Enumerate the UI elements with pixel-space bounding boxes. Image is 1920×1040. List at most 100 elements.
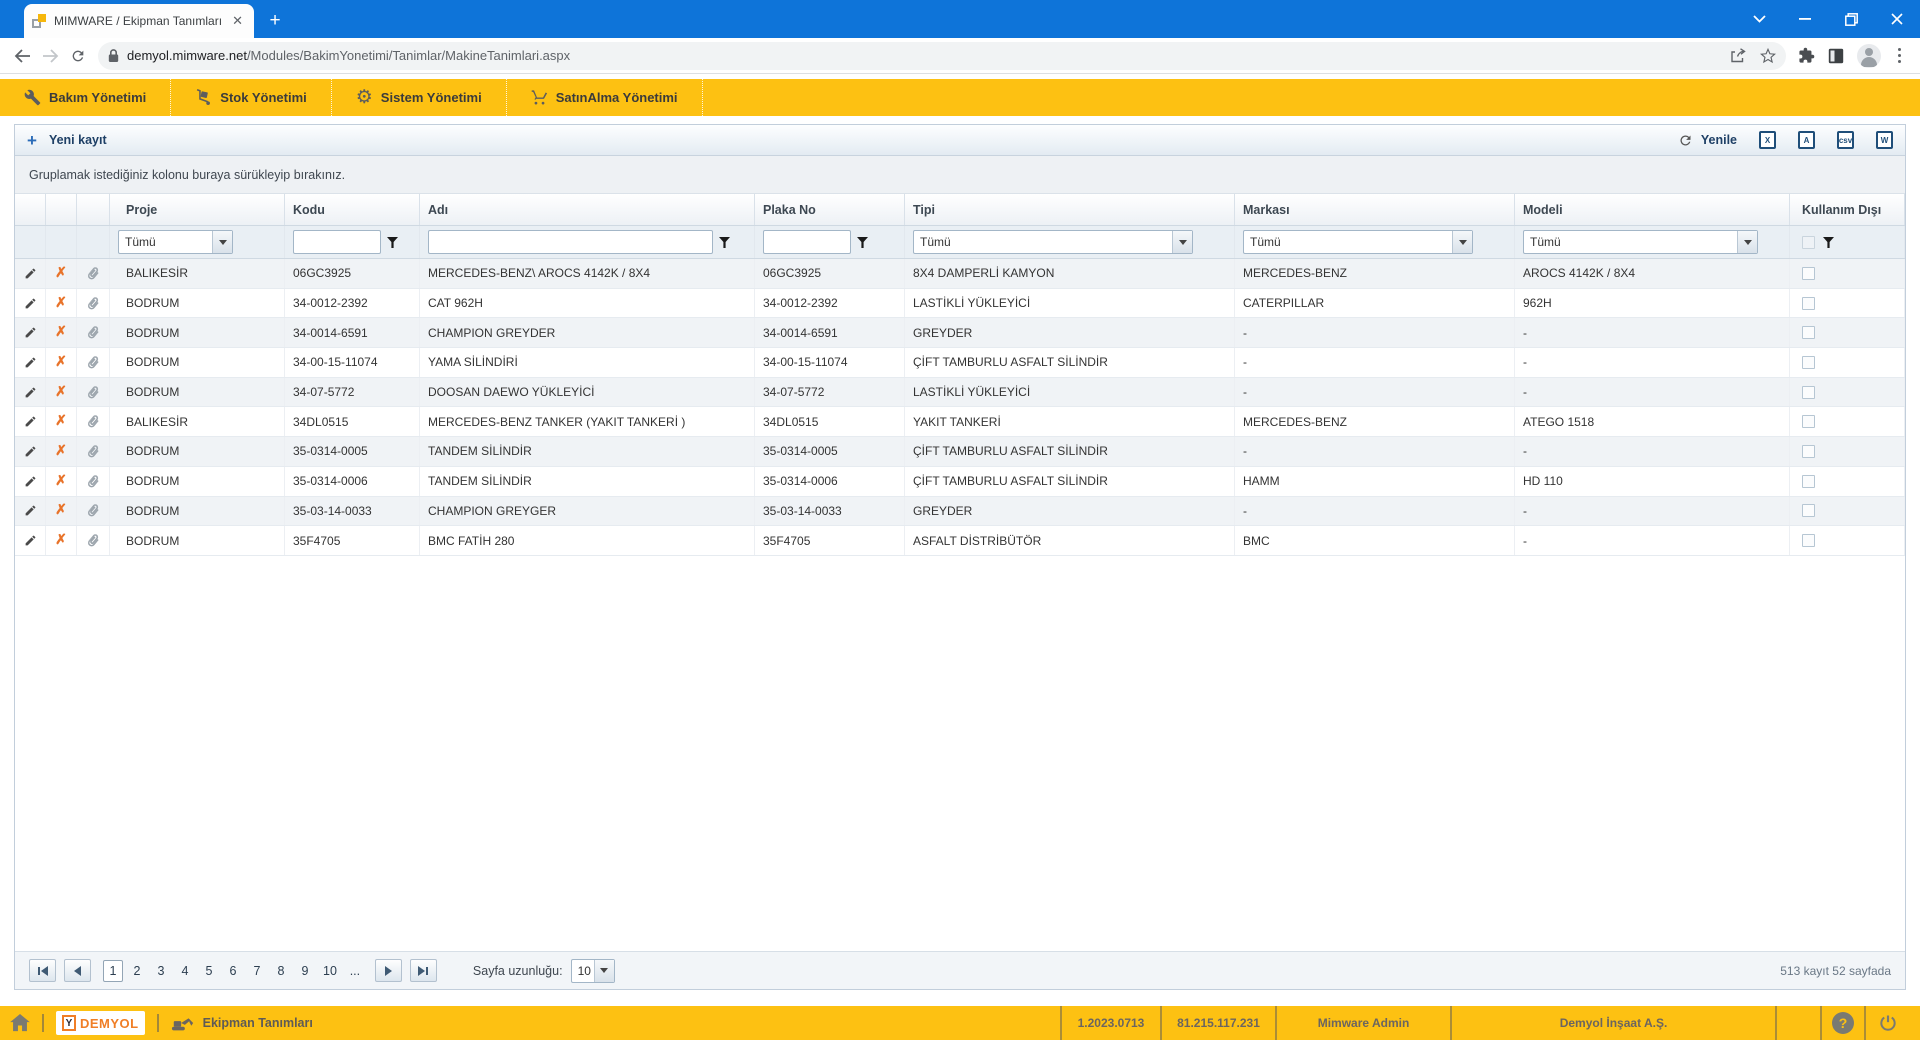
pager-page-3[interactable]: 3 xyxy=(151,960,171,982)
pager-next-button[interactable] xyxy=(375,959,402,982)
column-header-plaka-no[interactable]: Plaka No xyxy=(755,194,905,225)
pager-page-6[interactable]: 6 xyxy=(223,960,243,982)
row-checkbox[interactable] xyxy=(1802,386,1815,399)
edit-pencil-icon[interactable] xyxy=(15,437,46,466)
export-csv-icon[interactable]: csv xyxy=(1837,131,1854,149)
column-header-tipi[interactable]: Tipi xyxy=(905,194,1235,225)
export-xls-icon[interactable]: X xyxy=(1759,131,1776,149)
delete-x-icon[interactable]: ✗ xyxy=(46,318,77,347)
filter-funnel-icon[interactable] xyxy=(387,237,398,248)
attachment-paperclip-icon[interactable] xyxy=(77,348,110,377)
page-size-select[interactable]: 10 xyxy=(571,959,615,983)
table-row[interactable]: ✗ BODRUM 35-0314-0005 TANDEM SİLİNDİR 35… xyxy=(15,437,1905,467)
row-checkbox[interactable] xyxy=(1802,415,1815,428)
bookmark-star-icon[interactable] xyxy=(1760,48,1776,64)
table-row[interactable]: ✗ BODRUM 34-07-5772 DOOSAN DAEWO YÜKLEYİ… xyxy=(15,378,1905,408)
tab-close-icon[interactable]: ✕ xyxy=(229,13,246,29)
window-close-icon[interactable] xyxy=(1874,0,1920,38)
pager-page-9[interactable]: 9 xyxy=(295,960,315,982)
edit-pencil-icon[interactable] xyxy=(15,259,46,288)
delete-x-icon[interactable]: ✗ xyxy=(46,407,77,436)
table-row[interactable]: ✗ BODRUM 35F4705 BMC FATİH 280 35F4705 A… xyxy=(15,526,1905,556)
column-header-adi[interactable]: Adı xyxy=(420,194,755,225)
delete-x-icon[interactable]: ✗ xyxy=(46,348,77,377)
column-header-modeli[interactable]: Modeli xyxy=(1515,194,1790,225)
window-minimize-icon[interactable] xyxy=(1782,0,1828,38)
filter-funnel-icon[interactable] xyxy=(1823,237,1834,248)
row-checkbox[interactable] xyxy=(1802,326,1815,339)
delete-x-icon[interactable]: ✗ xyxy=(46,289,77,318)
attachment-paperclip-icon[interactable] xyxy=(77,259,110,288)
filter-adi-input[interactable] xyxy=(428,230,713,254)
attachment-paperclip-icon[interactable] xyxy=(77,378,110,407)
column-header-kodu[interactable]: Kodu xyxy=(285,194,420,225)
new-record-button[interactable]: + Yeni kayıt xyxy=(27,132,107,149)
attachment-paperclip-icon[interactable] xyxy=(77,407,110,436)
chrome-chevron-down-icon[interactable] xyxy=(1736,0,1782,38)
delete-x-icon[interactable]: ✗ xyxy=(46,467,77,496)
attachment-paperclip-icon[interactable] xyxy=(77,318,110,347)
column-header-kullanim-disi[interactable]: Kullanım Dışı xyxy=(1790,194,1905,225)
demyol-logo[interactable]: Y DEMYOL xyxy=(56,1011,145,1035)
side-panel-icon[interactable] xyxy=(1828,48,1844,64)
export-doc-icon[interactable]: W xyxy=(1876,131,1893,149)
filter-modeli-select[interactable]: Tümü xyxy=(1523,230,1758,254)
delete-x-icon[interactable]: ✗ xyxy=(46,497,77,526)
pager-first-button[interactable] xyxy=(29,959,56,982)
edit-pencil-icon[interactable] xyxy=(15,348,46,377)
delete-x-icon[interactable]: ✗ xyxy=(46,437,77,466)
table-row[interactable]: ✗ BALIKESİR 34DL0515 MERCEDES-BENZ TANKE… xyxy=(15,407,1905,437)
attachment-paperclip-icon[interactable] xyxy=(77,437,110,466)
attachment-paperclip-icon[interactable] xyxy=(77,467,110,496)
column-header-proje[interactable]: Proje xyxy=(110,194,285,225)
delete-x-icon[interactable]: ✗ xyxy=(46,259,77,288)
attachment-paperclip-icon[interactable] xyxy=(77,289,110,318)
pager-page-1[interactable]: 1 xyxy=(103,960,123,982)
new-tab-button[interactable]: + xyxy=(262,8,288,34)
chrome-menu-icon[interactable] xyxy=(1894,48,1905,63)
filter-proje-select[interactable]: Tümü xyxy=(118,230,233,254)
group-by-area[interactable]: Gruplamak istediğiniz kolonu buraya sürü… xyxy=(15,156,1905,194)
row-checkbox[interactable] xyxy=(1802,267,1815,280)
profile-avatar[interactable] xyxy=(1857,44,1881,68)
edit-pencil-icon[interactable] xyxy=(15,467,46,496)
refresh-button[interactable]: Yenile xyxy=(1678,133,1737,148)
filter-kullanim-disi-checkbox[interactable] xyxy=(1802,236,1815,249)
logout-power-icon[interactable] xyxy=(1864,1006,1910,1040)
filter-funnel-icon[interactable] xyxy=(857,237,868,248)
attachment-paperclip-icon[interactable] xyxy=(77,497,110,526)
pager-last-button[interactable] xyxy=(410,959,437,982)
table-row[interactable]: ✗ BODRUM 34-00-15-11074 YAMA SİLİNDİRİ 3… xyxy=(15,348,1905,378)
edit-pencil-icon[interactable] xyxy=(15,497,46,526)
filter-markasi-select[interactable]: Tümü xyxy=(1243,230,1473,254)
filter-plaka-input[interactable] xyxy=(763,230,851,254)
filter-kodu-input[interactable] xyxy=(293,230,381,254)
reload-icon[interactable] xyxy=(64,42,92,70)
pager-ellipsis[interactable]: ... xyxy=(345,960,365,982)
row-checkbox[interactable] xyxy=(1802,445,1815,458)
menu-stok-yonetimi[interactable]: Stok Yönetimi xyxy=(171,79,331,116)
edit-pencil-icon[interactable] xyxy=(15,526,46,555)
filter-funnel-icon[interactable] xyxy=(719,237,730,248)
row-checkbox[interactable] xyxy=(1802,356,1815,369)
attachment-paperclip-icon[interactable] xyxy=(77,526,110,555)
table-row[interactable]: ✗ BODRUM 34-0012-2392 CAT 962H 34-0012-2… xyxy=(15,289,1905,319)
browser-tab[interactable]: MIMWARE / Ekipman Tanımları ✕ xyxy=(24,4,254,38)
back-icon[interactable] xyxy=(8,42,36,70)
pager-page-8[interactable]: 8 xyxy=(271,960,291,982)
row-checkbox[interactable] xyxy=(1802,297,1815,310)
edit-pencil-icon[interactable] xyxy=(15,378,46,407)
edit-pencil-icon[interactable] xyxy=(15,407,46,436)
share-icon[interactable] xyxy=(1730,48,1746,63)
row-checkbox[interactable] xyxy=(1802,534,1815,547)
pager-page-4[interactable]: 4 xyxy=(175,960,195,982)
table-row[interactable]: ✗ BODRUM 35-03-14-0033 CHAMPION GREYGER … xyxy=(15,497,1905,527)
help-icon[interactable]: ? xyxy=(1832,1012,1854,1034)
row-checkbox[interactable] xyxy=(1802,504,1815,517)
pager-prev-button[interactable] xyxy=(64,959,91,982)
url-bar[interactable]: demyol.mimware.net/Modules/BakimYonetimi… xyxy=(98,42,1786,70)
menu-satinalma-yonetimi[interactable]: SatınAlma Yönetimi xyxy=(507,79,703,116)
pager-page-7[interactable]: 7 xyxy=(247,960,267,982)
table-row[interactable]: ✗ BODRUM 35-0314-0006 TANDEM SİLİNDİR 35… xyxy=(15,467,1905,497)
filter-tipi-select[interactable]: Tümü xyxy=(913,230,1193,254)
